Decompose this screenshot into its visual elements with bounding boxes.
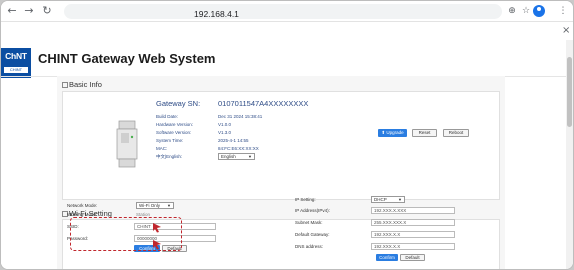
default-gateway-label: Default Gateway:: [295, 232, 330, 237]
hand-cursor-icon: [153, 240, 161, 250]
hand-cursor-icon: [153, 223, 161, 233]
dns-address-input[interactable]: 192.XXX.X.X: [371, 243, 455, 250]
page-title: CHINT Gateway Web System: [38, 51, 216, 66]
hardware-version-label: Hardware Version:: [156, 122, 194, 127]
mac-value: 84:FC:E6:XX:XX:XX: [218, 146, 259, 151]
basic-info-heading: Basic Info: [62, 80, 102, 89]
build-date-value: Dec 31 2024 15:38:41: [218, 114, 263, 119]
gateway-sn-value: 0107011547A4XXXXXXXX: [218, 99, 309, 108]
ip-setting-label: IP Setting:: [295, 197, 316, 202]
ip-address-label: IP Address(IPv4):: [295, 208, 330, 213]
language-value: English: [221, 154, 236, 159]
zoom-icon[interactable]: ⊕: [506, 4, 518, 18]
system-time-value: 2025-4-1 14:55: [218, 138, 249, 143]
back-icon[interactable]: ←: [5, 4, 19, 18]
url-text: 192.168.4.1: [194, 9, 239, 19]
network-mode-value: Wi-Fi Only: [139, 203, 160, 208]
chevron-down-icon: ▼: [167, 203, 171, 208]
subnet-mask-input[interactable]: 255.XXX.XXX.X: [371, 219, 455, 226]
brand-logo: ChNT CHINT: [1, 48, 31, 78]
profile-avatar-icon[interactable]: [533, 5, 545, 17]
reboot-button[interactable]: Reboot: [443, 129, 469, 137]
network-mode-label: Network Mode:: [67, 203, 98, 208]
mac-label: MAC:: [156, 146, 168, 151]
upgrade-button[interactable]: ⬆ Upgrade: [378, 129, 407, 137]
ip-setting-select[interactable]: DHCP ▼: [371, 196, 405, 203]
close-icon[interactable]: ×: [562, 25, 570, 37]
reset-button[interactable]: Reset: [412, 129, 437, 137]
web-page: ChNT CHINT CHINT Gateway Web System Basi…: [1, 40, 566, 269]
ip-default-button[interactable]: Default: [400, 254, 425, 261]
gateway-device-icon: [116, 120, 138, 168]
software-version-value: V1.3.0: [218, 130, 232, 135]
build-date-label: Build Date:: [156, 114, 179, 119]
language-label: 中文|English:: [156, 154, 183, 159]
scrollbar-thumb[interactable]: [567, 57, 572, 127]
network-mode-select[interactable]: Wi-Fi Only ▼: [136, 202, 174, 209]
logo-text: ChNT: [5, 51, 27, 61]
software-version-label: Software Version:: [156, 130, 192, 135]
default-gateway-input[interactable]: 192.XXX.X.X: [371, 231, 455, 238]
forward-icon[interactable]: →: [22, 4, 36, 18]
basic-info-title: Basic Info: [69, 80, 102, 89]
gateway-sn-label: Gateway SN:: [156, 99, 201, 108]
section-toggle-icon[interactable]: [62, 82, 68, 88]
reload-icon[interactable]: ↻: [40, 4, 54, 18]
chevron-down-icon: ▼: [248, 154, 252, 159]
system-time-label: System Time:: [156, 138, 184, 143]
star-icon[interactable]: ☆: [520, 4, 532, 18]
hardware-version-value: V1.0.0: [218, 122, 232, 127]
ip-confirm-button[interactable]: Confirm: [376, 254, 398, 261]
browser-toolbar: ← → ↻ 192.168.4.1 ⊕ ☆ ⋮: [1, 1, 573, 22]
ip-setting-value: DHCP: [374, 197, 387, 202]
subnet-mask-label: Subnet Mask:: [295, 220, 323, 225]
language-select[interactable]: English ▼: [218, 153, 255, 160]
dns-address-label: DNS address:: [295, 244, 324, 249]
menu-icon[interactable]: ⋮: [557, 4, 569, 18]
chevron-down-icon: ▼: [398, 197, 402, 202]
browser-window: ← → ↻ 192.168.4.1 ⊕ ☆ ⋮ × ChNT CHINT CHI…: [0, 0, 574, 270]
tab-strip: [1, 22, 573, 40]
ip-address-input[interactable]: 192.XXX.X.XXX: [371, 207, 455, 214]
address-bar[interactable]: 192.168.4.1: [64, 4, 502, 19]
highlight-annotation: [70, 217, 182, 251]
upgrade-label: Upgrade: [386, 130, 404, 135]
logo-subtext: CHINT: [4, 67, 28, 73]
